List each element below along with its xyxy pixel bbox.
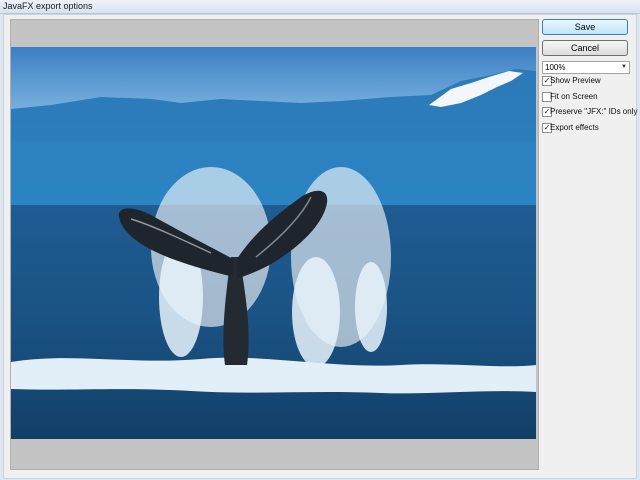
preview-image	[11, 47, 536, 439]
zoom-value: 100%	[545, 63, 566, 72]
fit-on-screen-label: Fit on Screen	[550, 92, 598, 101]
preview-pane	[10, 19, 539, 470]
export-effects-label: Export effects	[550, 123, 599, 132]
save-button[interactable]: Save	[542, 19, 628, 35]
zoom-dropdown[interactable]: 100% ▼	[542, 61, 630, 74]
window-title: JavaFX export options	[3, 1, 93, 11]
whale-tail-photo	[11, 47, 536, 439]
chevron-down-icon: ▼	[621, 64, 627, 70]
show-preview-label: Show Preview	[550, 76, 601, 85]
cancel-button[interactable]: Cancel	[542, 40, 628, 56]
window-titlebar: JavaFX export options	[0, 0, 640, 14]
preserve-ids-label: Preserve "JFX:" IDs only	[550, 107, 638, 116]
